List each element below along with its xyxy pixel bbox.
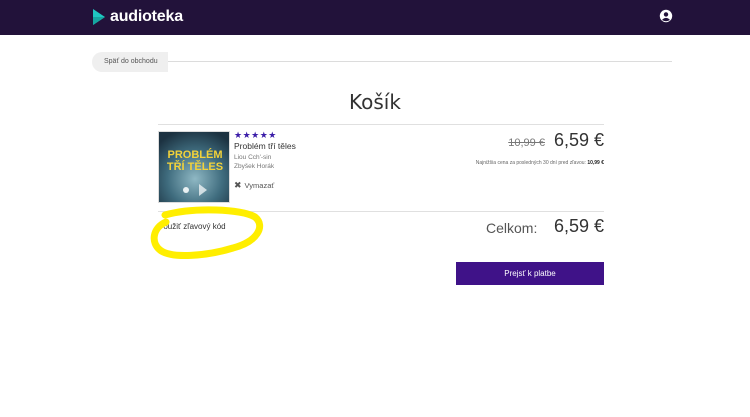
audioteka-logo[interactable]: audioteka	[92, 6, 183, 28]
apply-discount-code-link[interactable]: Použiť zľavový kód	[158, 222, 226, 231]
cover-title-line2: TŘÍ TĚLES	[167, 160, 223, 173]
lowest-price-value: 10,99 €	[587, 160, 604, 166]
discounted-price: 6,59 €	[553, 130, 604, 150]
divider	[158, 124, 604, 125]
divider	[158, 211, 604, 212]
back-navigation-row: Späť do obchodu	[92, 52, 672, 72]
audiobook-cover-image[interactable]: PROBLÉM TŘÍ TĚLES	[158, 131, 230, 203]
back-to-shop-button[interactable]: Späť do obchodu	[92, 52, 168, 72]
page-title: Košík	[349, 90, 401, 114]
close-icon: ✖	[234, 180, 242, 190]
audiobook-narrator: Zbyšek Horák	[234, 163, 275, 170]
lowest-price-note-text: Najnižšia cena za posledných 30 dní pred…	[475, 160, 586, 166]
highlight-annotation	[150, 206, 264, 260]
original-price: 10,99 €	[508, 137, 545, 149]
remove-item-label: Vymazať	[244, 181, 275, 190]
lowest-price-note: Najnižšia cena za posledných 30 dní pred…	[476, 160, 604, 166]
item-price: 10,99 € 6,59 €	[508, 130, 604, 151]
brand-name: audioteka	[110, 8, 183, 25]
divider	[162, 61, 672, 62]
total-price: 6,59 €	[553, 216, 604, 236]
total-label: Celkom:	[486, 220, 538, 236]
play-icon	[93, 9, 105, 25]
user-account-icon[interactable]	[659, 9, 673, 23]
proceed-to-checkout-button[interactable]: Prejsť k platbe	[456, 262, 604, 285]
audiobook-author: Liou Cch'-sin	[234, 154, 272, 161]
remove-item-button[interactable]: ✖ Vymazať	[234, 180, 274, 191]
audiobook-title[interactable]: Problém tří těles	[234, 141, 296, 151]
rating-stars: ★★★★★	[234, 130, 277, 140]
cover-title-line1: PROBLÉM	[168, 148, 223, 161]
top-navigation-bar: audioteka	[0, 0, 750, 35]
